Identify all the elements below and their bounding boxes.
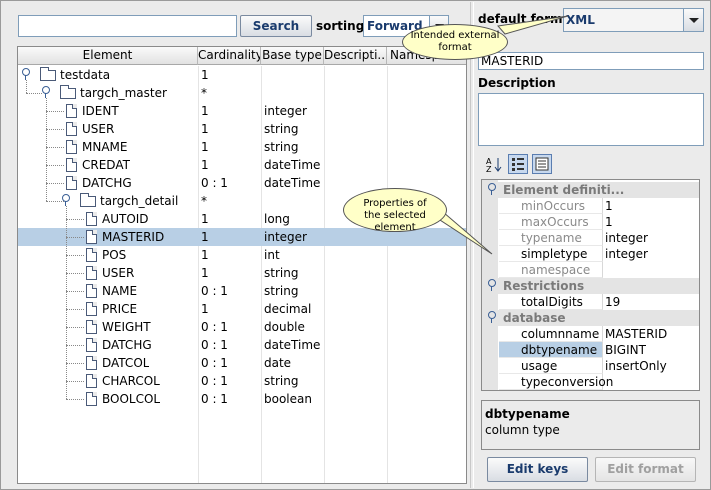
- properties-callout: Properties of the selected element: [343, 188, 447, 233]
- format-callout: Intended external format: [402, 24, 508, 60]
- callout-pointers: [439, 15, 569, 255]
